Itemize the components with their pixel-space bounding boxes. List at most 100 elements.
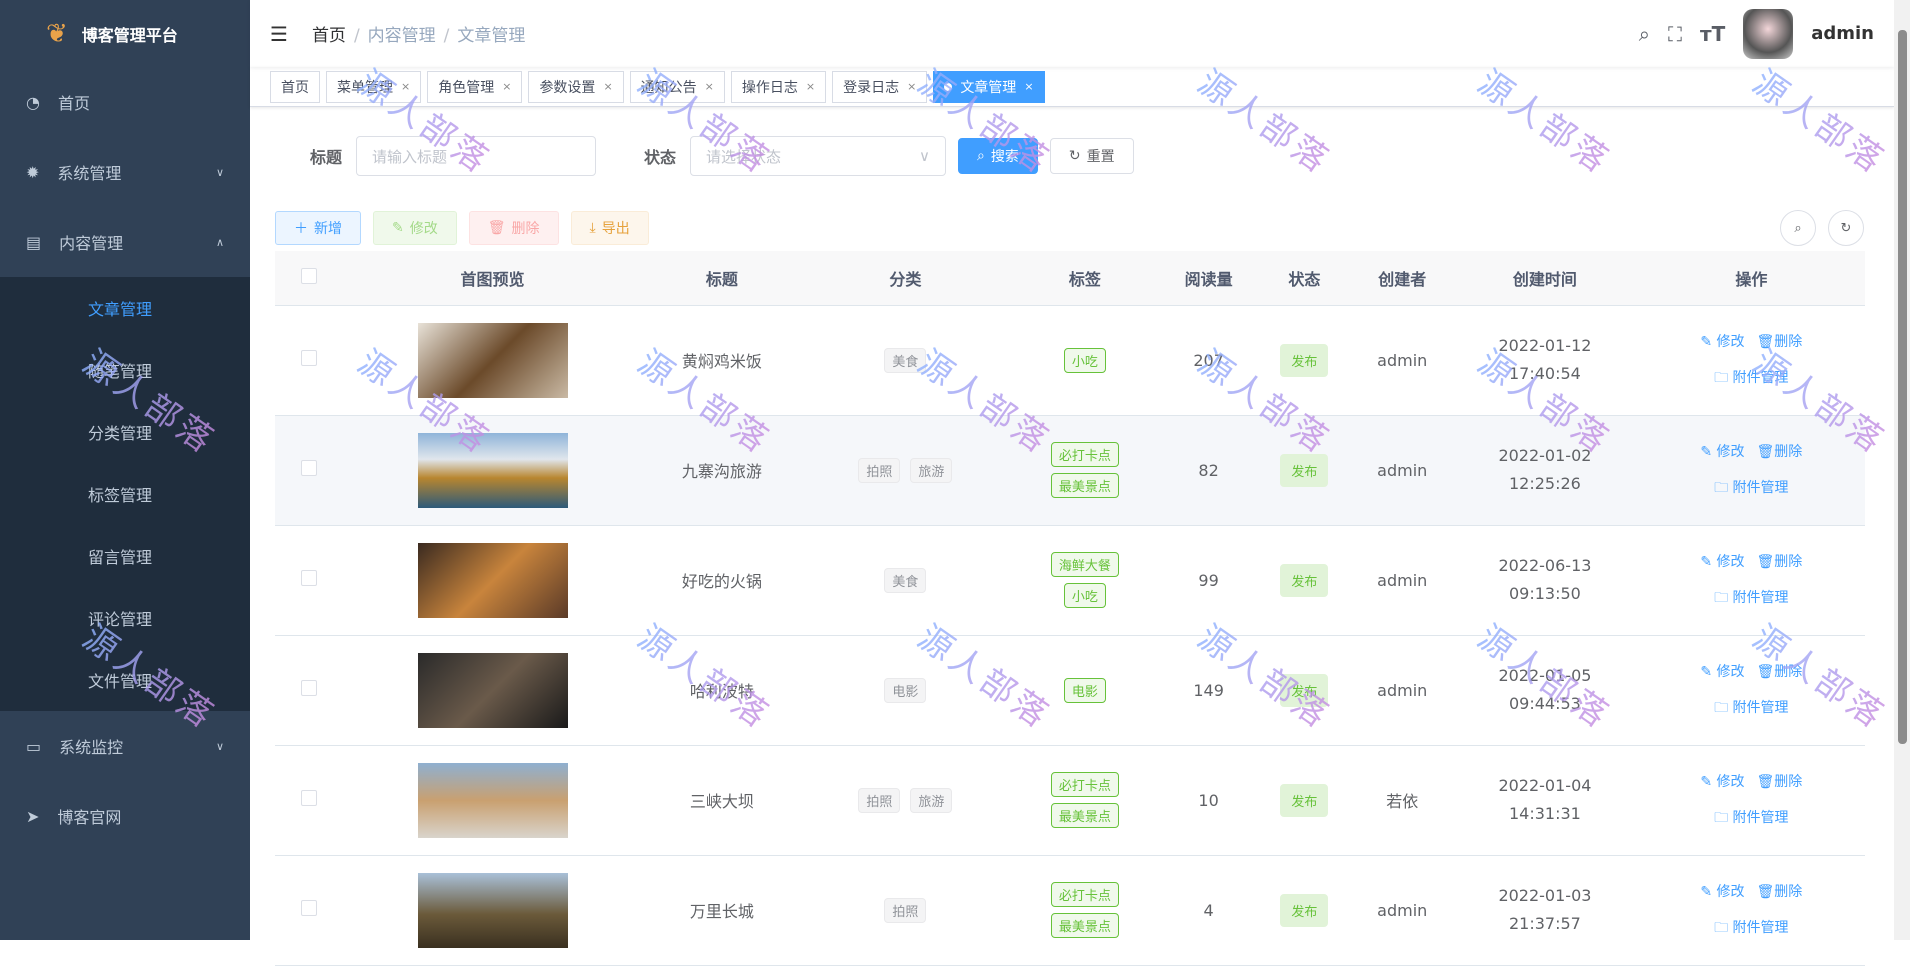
title-input[interactable]: 请输入标题: [356, 136, 597, 176]
row-attachments-button[interactable]: 🗀 附件管理: [1714, 590, 1788, 606]
close-icon[interactable]: ×: [705, 80, 714, 93]
row-checkbox[interactable]: [301, 680, 317, 696]
title-cell: 好吃的火锅: [642, 525, 802, 636]
sidebar-item-home[interactable]: ◔ 首页: [0, 67, 250, 137]
row-attachments-button[interactable]: 🗀 附件管理: [1714, 480, 1788, 496]
sidebar-item-essays[interactable]: 随笔管理: [0, 339, 250, 401]
label: 搜索: [990, 149, 1019, 165]
row-delete-button[interactable]: 🗑删除: [1757, 554, 1803, 570]
cover-image[interactable]: [417, 652, 568, 728]
cover-image[interactable]: [417, 322, 568, 398]
created-time: 14:31:31: [1509, 804, 1581, 823]
logo[interactable]: ❦ 博客管理平台: [0, 0, 250, 67]
row-checkbox[interactable]: [301, 460, 317, 476]
row-edit-button[interactable]: ✎ 修改: [1700, 334, 1744, 350]
close-icon[interactable]: ×: [603, 80, 612, 93]
close-icon[interactable]: ×: [907, 80, 916, 93]
sidebar-item-content[interactable]: ▤ 内容管理 ∧: [0, 207, 250, 277]
scrollbar[interactable]: [1894, 0, 1910, 940]
label: 首页: [57, 94, 90, 113]
toolbar: ＋ 新增 ✎ 修改 🗑 删除 ⤓ 导出 ⌕ ↻: [275, 210, 1894, 246]
tab-params[interactable]: 参数设置 ×: [528, 70, 624, 103]
category-tag: 美食: [884, 347, 927, 373]
fullscreen-icon[interactable]: ⛶: [1668, 22, 1682, 46]
tab-loginlog[interactable]: 登录日志 ×: [832, 70, 928, 103]
status-badge: 发布: [1280, 893, 1329, 927]
label: 导出: [601, 221, 630, 237]
sidebar-item-articles[interactable]: 文章管理: [0, 277, 250, 339]
col-tags: 标签: [1009, 251, 1161, 306]
row-delete-button[interactable]: 🗑删除: [1757, 884, 1803, 900]
main: ☰ 首页 / 内容管理 / 文章管理 ⌕ ⛶ ᴛT admin 首页 菜单管理 × 角色管…: [250, 0, 1894, 966]
row-edit-button[interactable]: ✎ 修改: [1700, 664, 1744, 680]
cover-image[interactable]: [417, 542, 568, 618]
cover-image[interactable]: [417, 432, 568, 508]
sidebar-item-categories[interactable]: 分类管理: [0, 401, 250, 463]
row-attachments-button[interactable]: 🗀 附件管理: [1714, 920, 1788, 936]
sidebar-item-files[interactable]: 文件管理: [0, 649, 250, 711]
label-tag: 最美景点: [1050, 803, 1119, 828]
search-icon: ⌕: [1794, 220, 1802, 236]
row-delete-button[interactable]: 🗑删除: [1757, 334, 1803, 350]
row-delete-button[interactable]: 🗑删除: [1757, 444, 1803, 460]
row-edit-button[interactable]: ✎ 修改: [1700, 554, 1744, 570]
search-button[interactable]: ⌕ 搜索: [958, 138, 1038, 174]
sidebar-item-comments[interactable]: 评论管理: [0, 587, 250, 649]
articles-table: 首图预览 标题 分类 标签 阅读量 状态 创建者 创建时间 操作 黄焖鸡米饭 美…: [275, 251, 1865, 966]
close-icon[interactable]: ×: [401, 80, 410, 93]
font-size-icon[interactable]: ᴛT: [1700, 22, 1725, 46]
row-attachments-button[interactable]: 🗀 附件管理: [1714, 370, 1788, 386]
crumb-articles: 文章管理: [457, 26, 526, 46]
tab-notice[interactable]: 通知公告 ×: [629, 70, 725, 103]
select-all-checkbox[interactable]: [301, 267, 317, 284]
delete-button[interactable]: 🗑 删除: [468, 211, 559, 245]
hamburger-icon[interactable]: ☰: [270, 22, 288, 46]
export-button[interactable]: ⤓ 导出: [570, 211, 649, 245]
cover-image[interactable]: [417, 762, 568, 838]
status-badge: 发布: [1280, 783, 1329, 817]
edit-button[interactable]: ✎ 修改: [373, 211, 457, 245]
tab-role[interactable]: 角色管理 ×: [427, 70, 523, 103]
tab-menu[interactable]: 菜单管理 ×: [326, 70, 422, 103]
sidebar-item-tags[interactable]: 标签管理: [0, 463, 250, 525]
close-icon[interactable]: ×: [1024, 80, 1033, 93]
search-icon[interactable]: ⌕: [1639, 22, 1650, 46]
row-edit-button[interactable]: ✎ 修改: [1700, 774, 1744, 790]
status-select[interactable]: 请选择状态 ∨: [690, 136, 947, 176]
sidebar-item-monitor[interactable]: ▭ 系统监控 ∨: [0, 711, 250, 781]
avatar[interactable]: [1743, 8, 1794, 59]
row-checkbox[interactable]: [301, 790, 317, 806]
row-attachments-button[interactable]: 🗀 附件管理: [1714, 810, 1788, 826]
cover-image[interactable]: [417, 872, 568, 948]
crumb-home[interactable]: 首页: [312, 26, 346, 46]
row-checkbox[interactable]: [301, 350, 317, 366]
tab-articles[interactable]: 文章管理 ×: [933, 70, 1045, 103]
refresh-button[interactable]: ↻: [1828, 210, 1864, 246]
col-actions: 操作: [1637, 251, 1865, 306]
sidebar-item-website[interactable]: ➤ 博客官网: [0, 781, 250, 851]
add-button[interactable]: ＋ 新增: [275, 211, 361, 245]
scrollbar-thumb[interactable]: [1898, 30, 1907, 744]
tab-home[interactable]: 首页: [270, 70, 320, 103]
row-checkbox[interactable]: [301, 900, 317, 916]
row-checkbox[interactable]: [301, 570, 317, 586]
creator-cell: admin: [1352, 415, 1453, 526]
reset-button[interactable]: ↻ 重置: [1049, 138, 1134, 174]
username[interactable]: admin: [1811, 23, 1874, 44]
sidebar-item-messages[interactable]: 留言管理: [0, 525, 250, 587]
row-delete-button[interactable]: 🗑删除: [1757, 664, 1803, 680]
toggle-search-button[interactable]: ⌕: [1780, 210, 1816, 246]
close-icon[interactable]: ×: [502, 80, 511, 93]
row-edit-button[interactable]: ✎ 修改: [1700, 444, 1744, 460]
row-delete-button[interactable]: 🗑删除: [1757, 774, 1803, 790]
table-header: 首图预览 标题 分类 标签 阅读量 状态 创建者 创建时间 操作: [275, 251, 1865, 306]
tab-oplog[interactable]: 操作日志 ×: [730, 70, 827, 103]
row-attachments-button[interactable]: 🗀 附件管理: [1714, 700, 1788, 716]
close-icon[interactable]: ×: [806, 80, 815, 93]
tags-view: 首页 菜单管理 × 角色管理 × 参数设置 × 通知公告 × 操作日志 × 登录日志 × 文…: [250, 67, 1894, 107]
label-tag: 海鲜大餐: [1050, 552, 1119, 577]
label: 角色管理: [438, 79, 495, 96]
label-tag: 最美景点: [1050, 473, 1119, 498]
sidebar-item-system[interactable]: ✹ 系统管理 ∨: [0, 137, 250, 207]
row-edit-button[interactable]: ✎ 修改: [1700, 884, 1744, 900]
